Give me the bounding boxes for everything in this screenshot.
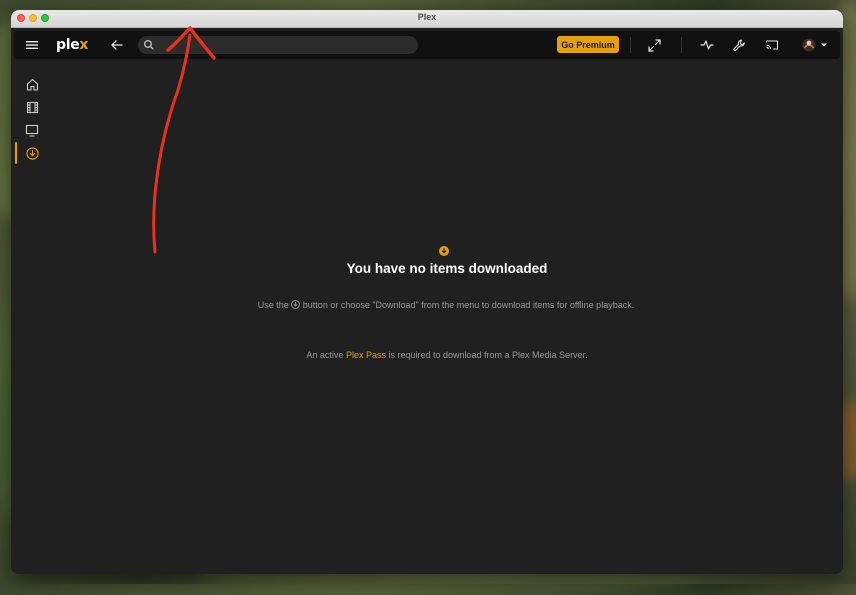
cast-button[interactable] [760, 31, 784, 59]
cast-icon [765, 40, 779, 50]
activity-button[interactable] [695, 31, 719, 59]
note-text: is required to download from a Plex Medi… [385, 350, 588, 360]
description-text: button or choose "Download" from the men… [300, 300, 635, 310]
activity-icon [700, 40, 714, 50]
window-title: Plex [417, 12, 437, 22]
home-icon [26, 78, 38, 91]
tv-icon [25, 124, 39, 137]
plex-pass-link[interactable]: Plex Pass [346, 350, 386, 360]
search-bar[interactable] [138, 36, 418, 54]
caret-down-icon [821, 43, 827, 47]
plex-logo[interactable]: ple x [56, 31, 88, 59]
download-inline-icon [291, 300, 301, 309]
fullscreen-button[interactable] [642, 31, 666, 59]
sidebar-item-home[interactable] [14, 74, 50, 94]
menu-button[interactable] [22, 31, 42, 59]
divider [630, 37, 631, 53]
sidebar [11, 61, 51, 574]
go-premium-button[interactable]: Go Premium [557, 36, 619, 53]
empty-state-title: You have no items downloaded [346, 261, 548, 276]
logo-text: ple [56, 37, 80, 53]
avatar [802, 38, 816, 52]
account-menu-button[interactable] [797, 31, 833, 59]
back-button[interactable] [107, 31, 127, 59]
logo-x: x [79, 37, 89, 53]
app-window: Plex ple x Go Premium You have no items … [11, 10, 843, 574]
arrow-left-icon [111, 40, 123, 50]
download-circle-icon [25, 146, 39, 160]
plex-app: ple x Go Premium You have no items downl… [11, 28, 843, 574]
wrench-icon [732, 39, 745, 51]
settings-button[interactable] [727, 31, 751, 59]
plex-pass-note: An active Plex Pass is required to downl… [51, 350, 843, 360]
film-icon [26, 101, 38, 113]
download-badge-icon [439, 246, 449, 256]
note-text: An active [306, 350, 346, 360]
sidebar-item-tv[interactable] [14, 120, 50, 140]
search-input[interactable] [160, 36, 410, 54]
empty-state-description: Use the button or choose "Download" from… [251, 299, 641, 312]
description-text: Use the [257, 300, 292, 310]
top-bar: ple x Go Premium [14, 31, 840, 59]
sidebar-item-movies[interactable] [14, 97, 50, 117]
divider [681, 37, 682, 53]
search-icon [144, 40, 154, 50]
title-bar: Plex [11, 10, 843, 28]
hamburger-icon [26, 41, 38, 49]
expand-icon [647, 38, 661, 52]
sidebar-item-downloads[interactable] [14, 142, 50, 164]
